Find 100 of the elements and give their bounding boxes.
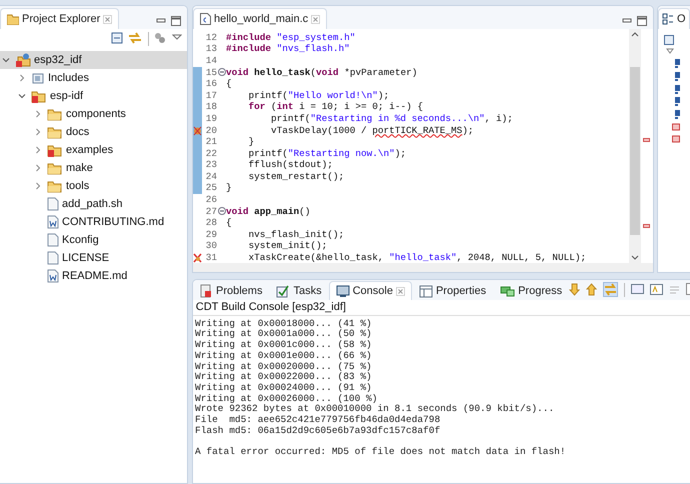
line-number: 24 xyxy=(204,170,217,182)
tree-item[interactable]: tools xyxy=(0,177,187,196)
tree-item[interactable]: add_path.sh xyxy=(0,195,187,214)
file-icon xyxy=(47,197,59,212)
folder-icon xyxy=(47,126,63,139)
scroll-up-icon[interactable] xyxy=(586,283,598,296)
console-line: Writing at 0x00022000... (83 %) xyxy=(194,372,373,383)
folder-error-icon xyxy=(31,90,47,103)
panel-tab[interactable]: Tasks xyxy=(269,281,329,300)
tree-item[interactable]: docs xyxy=(0,123,187,142)
code-line: void hello_task(void *pvParameter) xyxy=(226,66,418,78)
code-line: system_init(); xyxy=(248,240,328,252)
close-icon[interactable] xyxy=(103,14,112,24)
code-line: fflush(stdout); xyxy=(248,159,333,171)
code-line: for (int i = 10; i >= 0; i--) { xyxy=(248,101,423,113)
outline-tab[interactable]: O xyxy=(658,8,690,29)
maximize-icon[interactable] xyxy=(171,16,181,26)
c-file-icon xyxy=(200,13,211,25)
expanded-arrow-icon[interactable] xyxy=(666,47,674,56)
document-icon xyxy=(47,269,59,284)
tree-item[interactable]: examples xyxy=(0,141,187,160)
tree-item[interactable]: Includes xyxy=(0,69,187,88)
console-line: Writing at 0x00020000... (75 %) xyxy=(194,362,373,372)
line-number: 15 xyxy=(204,66,217,78)
console-line: Writing at 0x00024000... (91 %) xyxy=(194,382,373,394)
link-with-editor-icon[interactable] xyxy=(128,32,142,44)
tree-item[interactable]: CONTRIBUTING.md xyxy=(0,213,187,232)
display-console-icon[interactable] xyxy=(631,284,644,296)
console-line: Writing at 0x00018000... (41 %) xyxy=(194,318,373,329)
folder-icon xyxy=(7,14,19,24)
error-marker[interactable] xyxy=(643,138,650,142)
console-line: File md5: aee652c421e779756fb46da0d4eda798 xyxy=(194,415,442,426)
code-line: } xyxy=(248,136,254,148)
panel-tab[interactable]: Problems xyxy=(193,281,270,300)
line-number: 13 xyxy=(204,43,217,55)
code-line: } xyxy=(226,182,232,194)
outline-icon xyxy=(662,13,674,25)
close-icon[interactable] xyxy=(396,286,405,296)
properties-icon xyxy=(418,284,433,298)
maximize-icon[interactable] xyxy=(637,16,647,26)
scroll-down-icon[interactable] xyxy=(569,283,580,296)
tree-item[interactable]: components xyxy=(0,105,187,124)
fold-icon[interactable] xyxy=(218,207,226,216)
console-error-line: A fatal error occurred: MD5 of file does not match data in flash! xyxy=(194,447,567,458)
panel-tab[interactable]: Properties xyxy=(412,281,494,300)
console-line: Writing at 0x0001e000... (66 %) xyxy=(194,350,373,362)
collapse-all-icon[interactable] xyxy=(110,32,122,44)
line-number: 12 xyxy=(204,32,217,44)
editor-tab[interactable]: hello_world_main.c xyxy=(193,8,328,29)
code-line: #include "nvs_flash.h" xyxy=(226,43,350,55)
line-number: 21 xyxy=(204,136,217,148)
close-icon[interactable] xyxy=(311,14,320,24)
collapse-all-icon[interactable] xyxy=(664,34,674,44)
line-number: 26 xyxy=(204,194,217,206)
line-number: 23 xyxy=(204,159,217,171)
panel-tab[interactable]: Progress xyxy=(493,281,570,300)
code-line: { xyxy=(226,78,232,90)
line-number: 22 xyxy=(204,148,217,160)
project-explorer-tab[interactable]: Project Explorer xyxy=(0,8,120,29)
code-line: #include "esp_system.h" xyxy=(226,32,356,44)
tree-item[interactable]: esp32_idf xyxy=(0,51,187,70)
line-number: 29 xyxy=(204,228,217,240)
code-line: void app_main() xyxy=(226,206,310,218)
fold-icon[interactable] xyxy=(218,68,226,76)
filter-icon[interactable] xyxy=(154,32,166,44)
document-icon xyxy=(47,215,59,230)
error-marker[interactable] xyxy=(643,224,650,228)
horizontal-scrollbar[interactable] xyxy=(193,263,653,272)
open-console-icon[interactable] xyxy=(650,284,664,296)
tree-item[interactable]: make xyxy=(0,159,187,178)
include-icon[interactable] xyxy=(674,109,680,119)
line-number: 17 xyxy=(204,90,217,102)
view-menu-icon[interactable] xyxy=(172,32,182,42)
line-number: 28 xyxy=(204,217,217,229)
code-line: system_restart(); xyxy=(248,170,344,182)
folder-icon xyxy=(47,180,63,193)
code-line: vTaskDelay(1000 / portTICK_RATE_MS); xyxy=(270,124,474,136)
problems-icon xyxy=(200,284,213,298)
include-icon[interactable] xyxy=(674,84,680,94)
code-line: xTaskCreate(&hello_task, "hello_task", 2048, NULL, 5, NULL); xyxy=(248,252,586,264)
include-icon[interactable] xyxy=(674,70,680,81)
tree-item[interactable]: esp-idf xyxy=(0,87,187,106)
console-line: Writing at 0x0001c000... (58 %) xyxy=(194,340,373,351)
file-icon xyxy=(47,233,59,248)
include-icon[interactable] xyxy=(674,58,680,68)
project-icon xyxy=(15,53,31,68)
console-icon xyxy=(336,284,350,298)
include-icon[interactable] xyxy=(674,96,680,106)
line-number: 30 xyxy=(204,240,217,252)
line-number: 14 xyxy=(204,54,217,67)
file-icon xyxy=(47,251,59,266)
tree-item[interactable]: LICENSE xyxy=(0,249,187,268)
code-line: nvs_flash_init(); xyxy=(248,228,344,240)
tree-item[interactable]: README.md xyxy=(0,267,187,286)
line-number: 27 xyxy=(204,206,217,218)
line-number: 20 xyxy=(204,124,217,136)
tree-item[interactable]: Kconfig xyxy=(0,231,187,250)
vertical-scrollbar[interactable] xyxy=(629,29,641,263)
panel-tab[interactable]: Console xyxy=(328,281,412,300)
console-line: Writing at 0x00026000... (100 %) xyxy=(194,394,378,404)
